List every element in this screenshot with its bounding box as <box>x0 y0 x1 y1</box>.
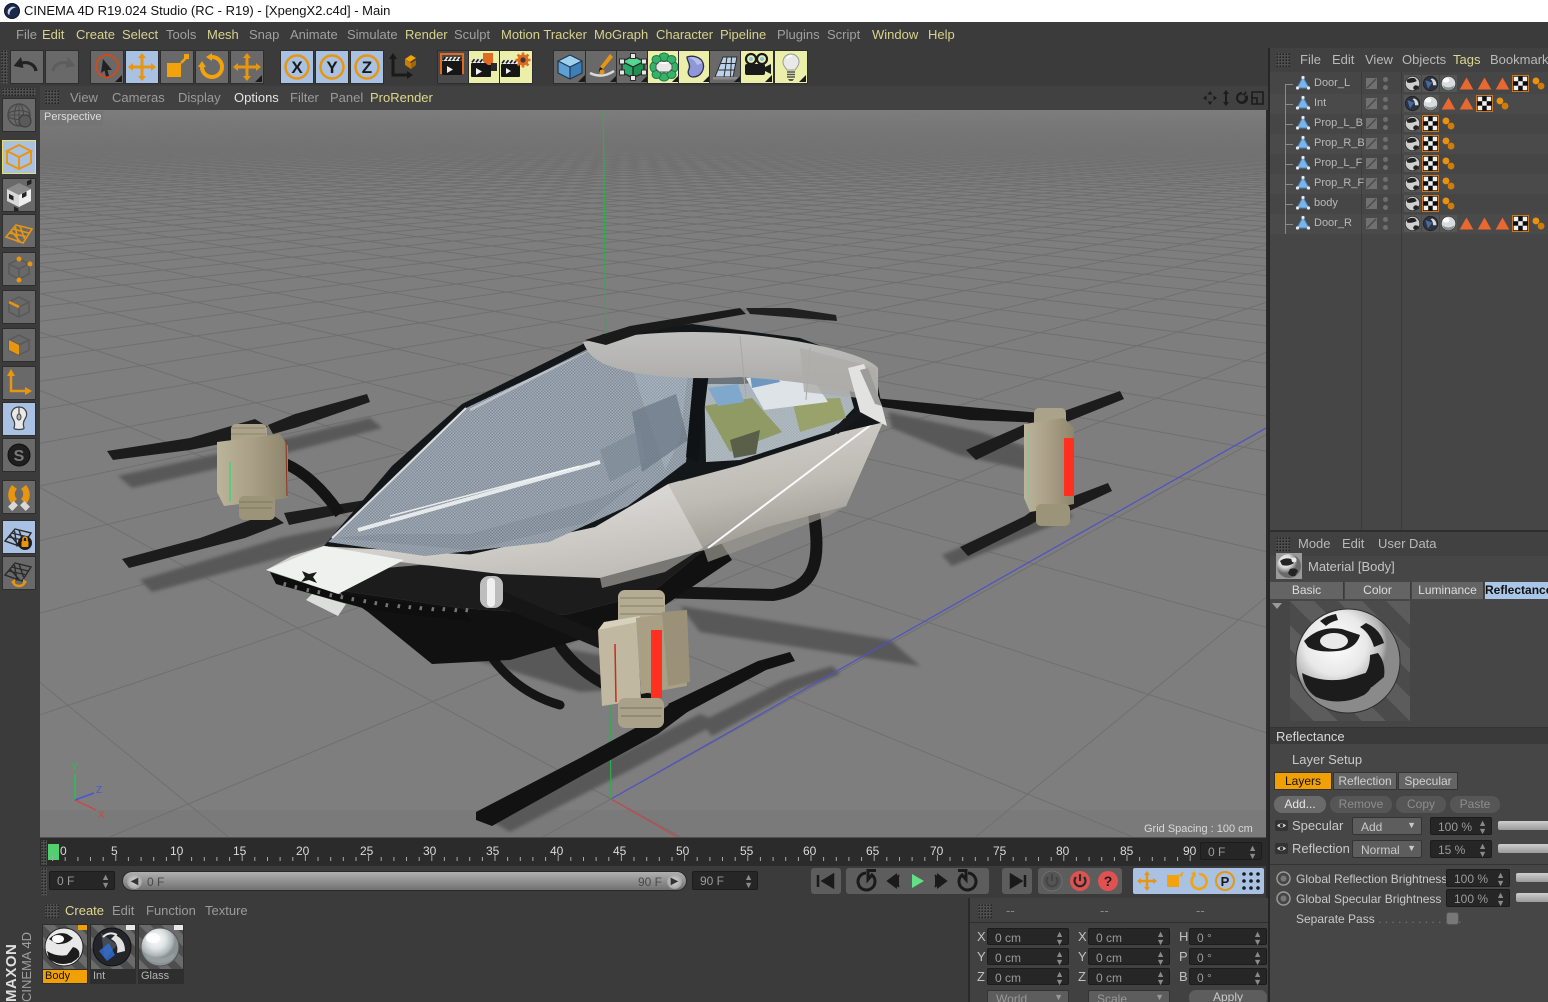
svg-text:45: 45 <box>613 844 627 858</box>
svg-text:0: 0 <box>60 844 67 858</box>
svg-text:75: 75 <box>993 844 1007 858</box>
svg-text:30: 30 <box>423 844 437 858</box>
svg-text:P: P <box>1221 874 1230 889</box>
svg-text:25: 25 <box>360 844 374 858</box>
svg-text:20: 20 <box>296 844 310 858</box>
svg-text:5: 5 <box>111 844 118 858</box>
svg-text:35: 35 <box>486 844 500 858</box>
svg-text:Y: Y <box>326 58 338 77</box>
svg-text:55: 55 <box>740 844 754 858</box>
svg-text:S: S <box>14 448 25 465</box>
svg-text:Y: Y <box>71 762 78 773</box>
svg-text:65: 65 <box>866 844 880 858</box>
svg-text:Grid Spacing : 100 cm: Grid Spacing : 100 cm <box>1144 823 1253 835</box>
svg-text:60: 60 <box>803 844 817 858</box>
svg-text:Z: Z <box>96 785 102 796</box>
svg-text:80: 80 <box>1056 844 1070 858</box>
svg-text:?: ? <box>1104 873 1113 889</box>
svg-text:10: 10 <box>170 844 184 858</box>
svg-text:15: 15 <box>233 844 247 858</box>
svg-text:40: 40 <box>550 844 564 858</box>
svg-text:X: X <box>291 58 303 77</box>
svg-text:Z: Z <box>362 58 372 77</box>
svg-text:X: X <box>98 810 105 821</box>
svg-text:50: 50 <box>676 844 690 858</box>
svg-text:70: 70 <box>930 844 944 858</box>
